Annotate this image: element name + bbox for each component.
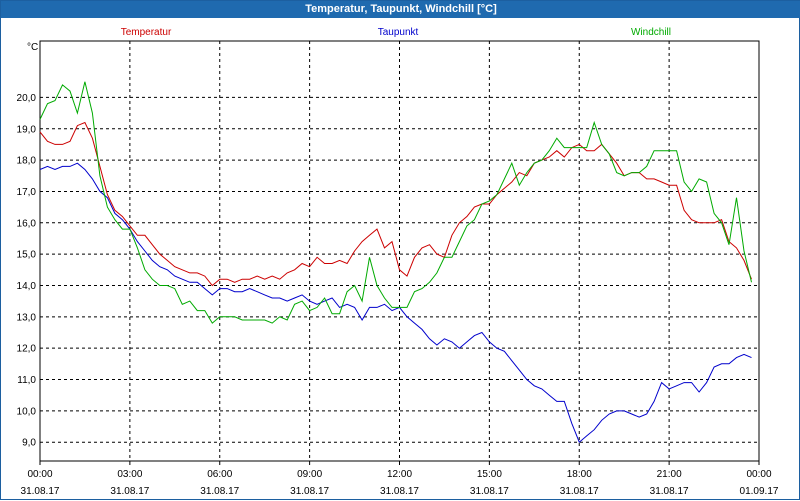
- x-tick-time: 06:00: [207, 469, 232, 480]
- x-tick-time: 00:00: [27, 469, 52, 480]
- y-tick-label: 12,0: [17, 344, 37, 355]
- y-tick-label: 13,0: [17, 312, 37, 323]
- y-tick-label: 14,0: [17, 281, 37, 292]
- y-tick-label: 17,0: [17, 187, 37, 198]
- x-tick-date: 31.08.17: [470, 486, 509, 497]
- x-tick-date: 31.08.17: [290, 486, 329, 497]
- y-axis-unit: °C: [27, 42, 38, 53]
- x-tick-date: 31.08.17: [560, 486, 599, 497]
- y-tick-label: 15,0: [17, 250, 37, 261]
- x-tick-date: 31.08.17: [380, 486, 419, 497]
- y-tick-label: 19,0: [17, 124, 37, 135]
- chart-canvas: 9,0 10,0 11,0 12,0 13,0 14,0 15,0 16,0 17,0 18,0 1…: [17, 27, 779, 497]
- y-tick-label: 9,0: [22, 438, 36, 449]
- x-tick-time: 12:00: [387, 469, 412, 480]
- x-tick-date: 31.08.17: [21, 486, 60, 497]
- y-tick-label: 16,0: [17, 218, 37, 229]
- legend-taupunkt: Taupunkt: [378, 27, 419, 38]
- x-tick-date: 01.09.17: [740, 486, 779, 497]
- legend-windchill: Windchill: [631, 27, 671, 38]
- chart-window: Temperatur, Taupunkt, Windchill [°C] 9,0…: [0, 0, 800, 500]
- x-tick-time: 18:00: [567, 469, 592, 480]
- x-tick-time: 15:00: [477, 469, 502, 480]
- x-tick-date: 31.08.17: [110, 486, 149, 497]
- y-tick-label: 10,0: [17, 406, 37, 417]
- y-tick-label: 11,0: [17, 375, 36, 386]
- x-tick-time: 03:00: [117, 469, 142, 480]
- x-tick-date: 31.08.17: [650, 486, 689, 497]
- x-tick-time: 09:00: [297, 469, 322, 480]
- x-tick-time: 00:00: [746, 469, 771, 480]
- x-tick-time: 21:00: [657, 469, 682, 480]
- y-tick-label: 20,0: [17, 93, 37, 104]
- x-tick-date: 31.08.17: [200, 486, 239, 497]
- y-tick-label: 18,0: [17, 156, 37, 167]
- legend-temperatur: Temperatur: [121, 27, 172, 38]
